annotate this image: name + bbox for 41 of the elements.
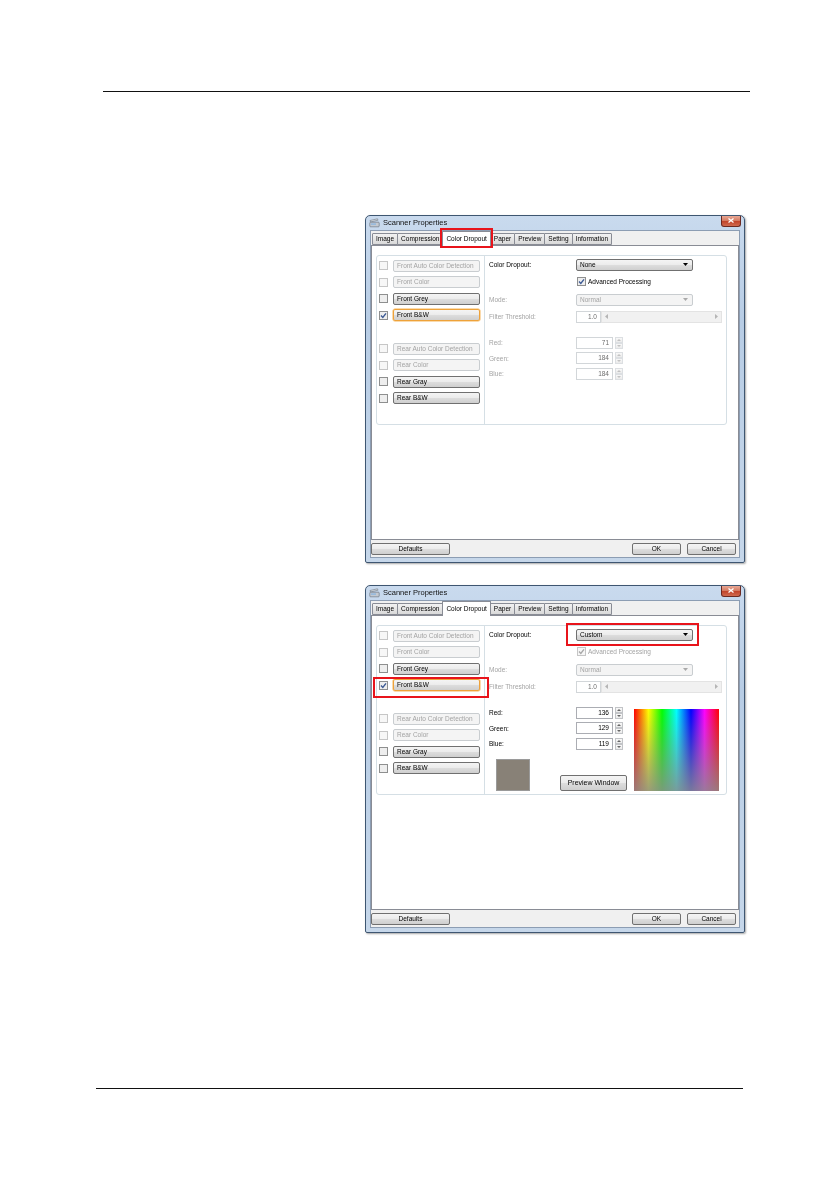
color-swatch	[496, 758, 530, 791]
right-triangle-icon	[715, 314, 718, 319]
close-icon	[728, 588, 734, 593]
checkbox[interactable]	[379, 393, 388, 403]
up-triangle-icon	[617, 338, 621, 341]
up-triangle-icon	[617, 708, 621, 711]
caret-icon	[683, 633, 688, 636]
checkbox[interactable]	[379, 294, 388, 303]
scroll-bar[interactable]	[601, 310, 722, 323]
checkbox[interactable]	[577, 276, 586, 286]
checkbox[interactable]	[379, 664, 388, 673]
up-triangle-icon	[617, 739, 621, 742]
spin-down-button[interactable]	[615, 743, 623, 750]
down-triangle-icon	[617, 375, 621, 378]
scanner-icon	[369, 587, 380, 598]
left-triangle-icon	[605, 314, 608, 319]
close-button[interactable]	[721, 585, 741, 597]
right-triangle-icon	[715, 684, 718, 689]
close-button[interactable]	[721, 215, 741, 227]
up-triangle-icon	[617, 369, 621, 372]
color-spectrum[interactable]	[634, 708, 719, 791]
caret-icon	[683, 263, 688, 266]
caret-icon	[683, 668, 688, 671]
checkbox[interactable]	[379, 310, 388, 320]
spin-down-button[interactable]	[615, 712, 623, 719]
down-triangle-icon	[617, 714, 621, 717]
down-triangle-icon	[617, 344, 621, 347]
spin-up-button[interactable]	[615, 722, 623, 728]
left-triangle-icon	[605, 684, 608, 689]
checkbox[interactable]	[379, 763, 388, 773]
checkbox[interactable]	[379, 747, 388, 756]
down-triangle-icon	[617, 745, 621, 748]
scroll-bar[interactable]	[601, 680, 722, 693]
checkbox[interactable]	[379, 377, 388, 386]
caret-icon	[683, 298, 688, 301]
scanner-icon	[369, 217, 380, 228]
close-icon	[728, 218, 734, 223]
spin-down-button[interactable]	[615, 728, 623, 734]
spin-up-button[interactable]	[615, 737, 623, 744]
spin-up-button[interactable]	[615, 706, 623, 713]
checkbox[interactable]	[379, 680, 388, 690]
